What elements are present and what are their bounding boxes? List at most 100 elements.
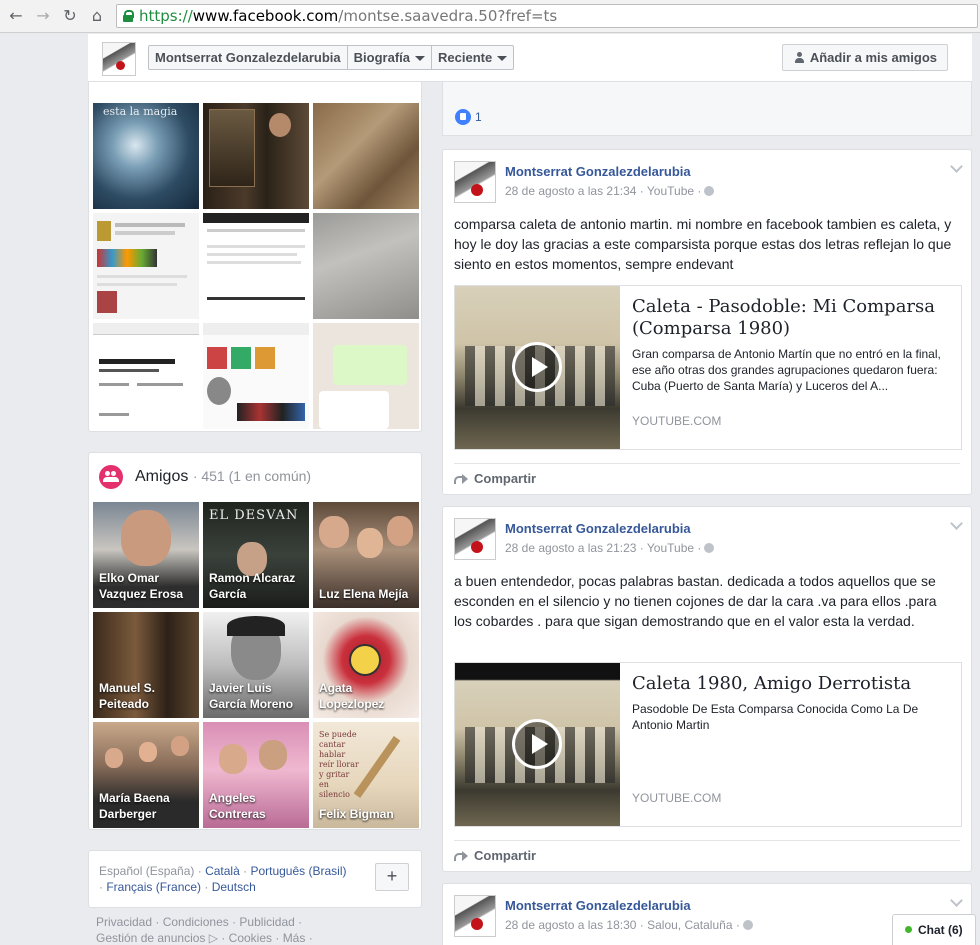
post-avatar[interactable] <box>454 161 496 203</box>
video-thumbnail[interactable] <box>455 286 620 449</box>
footer-link[interactable]: Más <box>283 931 306 945</box>
friends-icon <box>99 465 123 489</box>
post-avatar[interactable] <box>454 895 496 937</box>
share-button[interactable]: Compartir <box>454 848 536 863</box>
photo-thumb[interactable] <box>93 213 199 319</box>
photo-thumb[interactable] <box>313 213 419 319</box>
friend-tile[interactable]: Javier Luis García Moreno <box>203 612 309 718</box>
post-options-icon[interactable] <box>950 517 963 530</box>
tab-timeline[interactable]: Biografía <box>348 46 432 69</box>
photo-thumb[interactable] <box>203 103 309 209</box>
tab-recent-label: Reciente <box>438 50 493 65</box>
friend-tile[interactable]: EL DESVAN Ramon Alcaraz García <box>203 502 309 608</box>
divider <box>454 463 960 464</box>
post-avatar[interactable] <box>454 518 496 560</box>
share-label: Compartir <box>474 848 537 863</box>
post-options-icon[interactable] <box>950 160 963 173</box>
profile-tabs: Montserrat Gonzalezdelarubia Biografía R… <box>148 45 515 70</box>
tab-timeline-label: Biografía <box>353 50 410 65</box>
footer-link[interactable]: Condiciones <box>163 915 229 929</box>
more-languages-button[interactable]: + <box>375 863 409 891</box>
share-icon <box>454 851 468 861</box>
video-thumbnail[interactable] <box>455 663 620 826</box>
browser-toolbar: ← → ↻ ⌂ https://www.facebook.com/montse.… <box>0 0 980 33</box>
footer-link[interactable]: Cookies <box>229 931 272 945</box>
url-path: /montse.saavedra.50?fref=ts <box>338 7 558 25</box>
divider <box>454 840 960 841</box>
photo-thumb[interactable]: esta la magia <box>93 103 199 209</box>
photos-card: esta la magia <box>88 60 422 432</box>
photo-thumb[interactable] <box>203 213 309 319</box>
footer-link[interactable]: Privacidad <box>96 915 152 929</box>
lock-icon <box>123 10 134 22</box>
friend-tile[interactable]: Luz Elena Mejía <box>313 502 419 608</box>
photo-thumb[interactable] <box>203 323 309 429</box>
friend-name: Angeles Contreras <box>209 791 266 821</box>
language-option[interactable]: Català <box>205 864 240 878</box>
like-count[interactable]: 1 <box>455 109 482 125</box>
photo-caption: esta la magia <box>103 105 178 118</box>
friend-tile[interactable]: Angeles Contreras <box>203 722 309 828</box>
photo-thumb[interactable] <box>313 103 419 209</box>
previous-post-likes: 1 <box>442 82 972 136</box>
link-description: Pasodoble De Esta Comparsa Conocida Como… <box>632 702 919 732</box>
back-arrow-icon[interactable]: ← <box>6 6 26 26</box>
post-timestamp[interactable]: 28 de agosto a las 21:34 · YouTube · <box>505 184 701 198</box>
address-bar[interactable]: https://www.facebook.com/montse.saavedra… <box>116 4 978 28</box>
friends-count: · 451 (1 en común) <box>192 468 312 484</box>
friend-name: Felix Bigman <box>319 807 394 821</box>
share-button[interactable]: Compartir <box>454 471 536 486</box>
friend-name: Ramon Alcaraz García <box>209 571 296 601</box>
separator: · <box>204 880 209 894</box>
add-friend-button[interactable]: Añadir a mis amigos <box>781 44 948 71</box>
reload-icon[interactable]: ↻ <box>60 6 80 26</box>
friends-heading[interactable]: Amigos · 451 (1 en común) <box>135 468 311 486</box>
globe-icon <box>704 186 715 196</box>
chat-tab[interactable]: Chat (6) <box>892 914 976 945</box>
post-timestamp[interactable]: 28 de agosto a las 21:23 · YouTube · <box>505 541 701 555</box>
post-meta: 28 de agosto a las 21:34 · YouTube · <box>505 184 715 198</box>
language-option[interactable]: Français (France) <box>106 880 201 894</box>
footer-links: Privacidad · Condiciones · Publicidad · … <box>96 915 313 945</box>
post-author[interactable]: Montserrat Gonzalezdelarubia <box>505 521 691 536</box>
timeline-post: Montserrat Gonzalezdelarubia 28 de agost… <box>442 149 972 495</box>
link-title[interactable]: Caleta 1980, Amigo Derrotista <box>632 673 952 695</box>
link-preview[interactable]: Caleta 1980, Amigo Derrotista Pasodoble … <box>454 662 962 827</box>
play-icon[interactable] <box>512 719 562 769</box>
footer-link[interactable]: Publicidad <box>239 915 294 929</box>
post-meta: 28 de agosto a las 18:30 · Salou, Catalu… <box>505 918 753 932</box>
link-title[interactable]: Caleta - Pasodoble: Mi Comparsa (Compars… <box>632 296 952 340</box>
photo-grid: esta la magia <box>93 103 419 429</box>
footer-link[interactable]: Gestión de anuncios <box>96 931 205 945</box>
tab-recent[interactable]: Reciente <box>432 46 513 69</box>
photo-thumb[interactable] <box>313 323 419 429</box>
profile-name-tab[interactable]: Montserrat Gonzalezdelarubia <box>149 46 348 69</box>
friend-tile[interactable]: María Baena Darberger <box>93 722 199 828</box>
chevron-down-icon <box>497 56 508 62</box>
profile-avatar[interactable] <box>102 42 136 76</box>
friend-name: Agata Lopezlopez <box>319 681 385 711</box>
friend-tile[interactable]: Manuel S. Peiteado <box>93 612 199 718</box>
home-icon[interactable]: ⌂ <box>87 6 107 26</box>
forward-arrow-icon[interactable]: → <box>33 6 53 26</box>
language-option[interactable]: Português (Brasil) <box>250 864 346 878</box>
url-scheme: https:// <box>139 7 193 25</box>
friend-tile[interactable]: Se puede cantar hablar reír llorar y gri… <box>313 722 419 828</box>
play-icon[interactable] <box>512 342 562 392</box>
post-text: a buen entendedor, pocas palabras bastan… <box>454 573 937 629</box>
friend-name: Luz Elena Mejía <box>319 587 409 601</box>
separator: · <box>197 864 202 878</box>
language-option[interactable]: Deutsch <box>212 880 256 894</box>
photo-thumb[interactable] <box>93 323 199 429</box>
friend-tile[interactable]: Agata Lopezlopez <box>313 612 419 718</box>
post-options-icon[interactable] <box>950 894 963 907</box>
like-count-value: 1 <box>475 110 482 124</box>
language-card: Español (España) · Català · Português (B… <box>88 850 422 908</box>
online-status-icon <box>905 926 912 933</box>
post-author[interactable]: Montserrat Gonzalezdelarubia <box>505 164 691 179</box>
link-preview[interactable]: Caleta - Pasodoble: Mi Comparsa (Compars… <box>454 285 962 450</box>
post-timestamp[interactable]: 28 de agosto a las 18:30 · Salou, Catalu… <box>505 918 740 932</box>
friends-card: Amigos · 451 (1 en común) Elko Omar Vazq… <box>88 452 422 830</box>
post-author[interactable]: Montserrat Gonzalezdelarubia <box>505 898 691 913</box>
friend-tile[interactable]: Elko Omar Vazquez Erosa <box>93 502 199 608</box>
